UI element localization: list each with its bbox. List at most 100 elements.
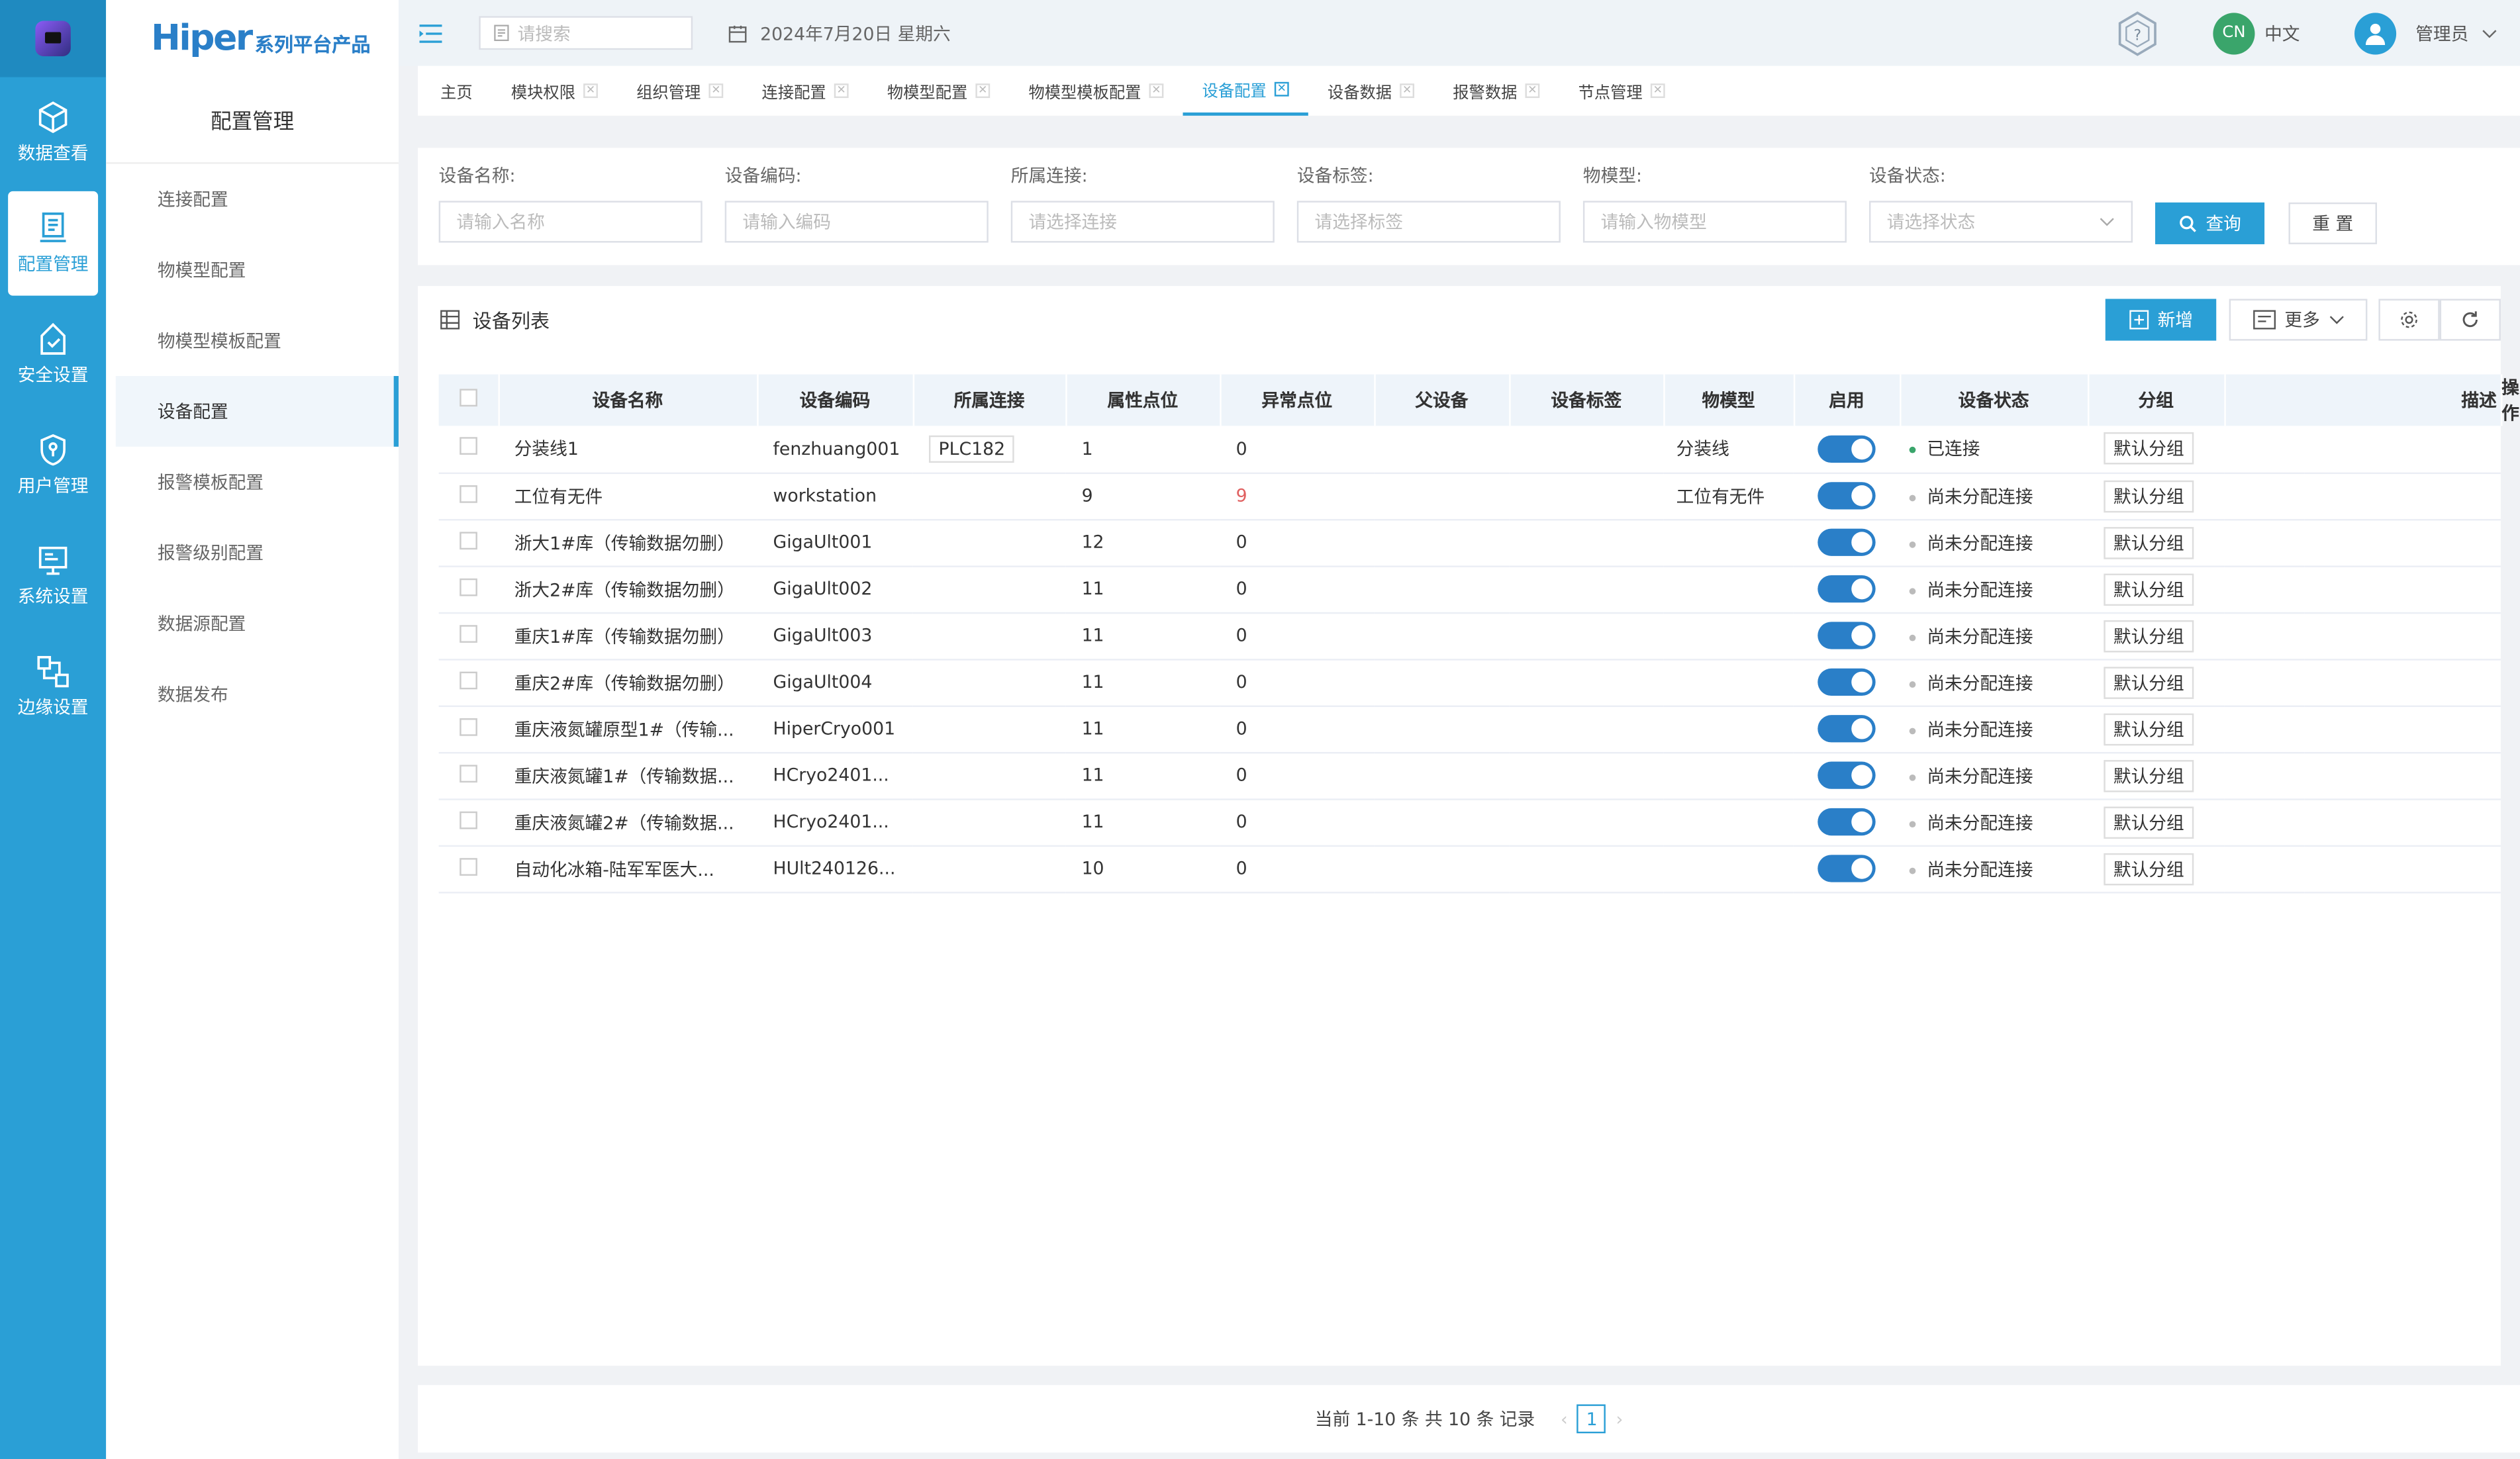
menu-toggle-icon[interactable] [399,23,463,42]
submenu-item-2[interactable]: 物模型模板配置 [116,305,399,376]
row-checkbox[interactable] [438,426,499,473]
status-cell: 尚未分配连接 [1900,751,2088,800]
tab-4[interactable]: 物模型配置 ✕ [868,66,1010,116]
enable-toggle[interactable] [1817,528,1876,556]
enable-toggle[interactable] [1817,808,1876,836]
desc-cell [2224,472,2305,520]
tab-3[interactable]: 连接配置 ✕ [742,66,867,116]
chevron-down-icon[interactable] [2482,25,2497,41]
tab-1[interactable]: 模块权限 ✕ [492,66,617,116]
filter-placeholder: 请输入物模型 [1600,212,1707,233]
submenu-item-4[interactable]: 报警模板配置 [116,447,399,518]
settings-button[interactable] [2378,299,2440,341]
close-icon[interactable]: ✕ [708,83,724,99]
table-row: 工位有无件workstation99工位有无件尚未分配连接默认分组日志|详情|删… [438,472,2501,520]
user-name[interactable]: 管理员 [2415,20,2468,46]
reset-button[interactable]: 重 置 [2288,202,2377,244]
date-text: 2024年7月20日 星期六 [760,23,951,44]
row-checkbox[interactable] [438,565,499,614]
row-checkbox[interactable] [438,798,499,846]
rail-item-2[interactable]: 安全设置 [0,299,106,409]
select-all-checkbox[interactable] [438,374,499,426]
filter-input-4[interactable]: 请输入物模型 [1582,201,1847,243]
refresh-button[interactable] [2439,299,2501,341]
prev-page-icon[interactable]: ‹ [1561,1409,1568,1430]
filter-input-2[interactable]: 请选择连接 [1010,201,1275,243]
tab-8[interactable]: 报警数据 ✕ [1433,66,1559,116]
search-input[interactable]: 请搜索 [479,16,693,50]
query-button[interactable]: 查询 [2155,202,2265,244]
page-number[interactable]: 1 [1577,1404,1607,1434]
tab-label: 节点管理 [1578,85,1643,103]
lang-label[interactable]: 中文 [2264,20,2300,46]
tab-2[interactable]: 组织管理 ✕ [617,66,742,116]
close-icon[interactable]: ✕ [975,83,991,99]
desc-cell [2224,659,2305,706]
help-icon[interactable]: ? [2113,9,2162,57]
column-header: 设备标签 [1509,374,1665,426]
enable-toggle[interactable] [1817,855,1876,882]
close-icon[interactable]: ✕ [1525,83,1540,99]
close-icon[interactable]: ✕ [583,83,598,99]
enable-toggle[interactable] [1817,761,1876,789]
enable-toggle[interactable] [1817,622,1876,649]
close-icon[interactable]: ✕ [1650,83,1665,99]
tab-7[interactable]: 设备数据 ✕ [1308,66,1433,116]
close-icon[interactable]: ✕ [834,83,849,99]
more-button[interactable]: 更多 [2229,299,2368,341]
filter-input-3[interactable]: 请选择标签 [1296,201,1561,243]
row-checkbox[interactable] [438,659,499,706]
filter-input-1[interactable]: 请输入编码 [724,201,989,243]
filter-label: 设备编码: [724,165,802,187]
group-cell: 默认分组 [2088,798,2225,846]
filter-group-1: 设备编码: 请输入编码 [724,164,989,243]
row-checkbox[interactable] [438,705,499,753]
close-icon[interactable]: ✕ [1274,81,1289,97]
parent-device [1374,798,1510,846]
filter-group-2: 所属连接: 请选择连接 [1010,164,1275,243]
group-tag: 默认分组 [2104,666,2194,698]
tab-6[interactable]: 设备配置 ✕ [1183,66,1308,116]
row-checkbox[interactable] [438,519,499,567]
row-checkbox[interactable] [438,845,499,893]
edge-icon [37,655,69,688]
desc-cell [2224,612,2305,660]
status-cell: 尚未分配连接 [1900,565,2088,614]
enable-toggle[interactable] [1817,482,1876,510]
enable-toggle[interactable] [1817,715,1876,743]
enable-toggle[interactable] [1817,575,1876,603]
tab-0[interactable]: 主页 [421,66,492,116]
tab-9[interactable]: 节点管理 ✕ [1559,66,1684,116]
submenu-item-0[interactable]: 连接配置 [116,164,399,235]
close-icon[interactable]: ✕ [1149,83,1164,99]
row-checkbox[interactable] [438,751,499,800]
connection-tag[interactable]: PLC182 [928,435,1015,463]
submenu-item-5[interactable]: 报警级别配置 [116,518,399,588]
filter-input-0[interactable]: 请输入名称 [438,201,703,243]
next-page-icon[interactable]: › [1616,1409,1623,1430]
tab-5[interactable]: 物模型模板配置 ✕ [1009,66,1183,116]
row-checkbox[interactable] [438,472,499,520]
rail-item-0[interactable]: 数据查看 [0,77,106,188]
table-row: 重庆液氮罐2#（传输数据... HCryo2401... 11 0 尚未分配连接 默认分组… [438,798,2501,846]
enable-toggle[interactable] [1817,435,1876,463]
attr-count: 11 [1065,798,1220,846]
desc-cell [2224,751,2305,800]
rail-item-5[interactable]: 边缘设置 [0,632,106,742]
submenu-item-6[interactable]: 数据源配置 [116,588,399,659]
row-checkbox[interactable] [438,612,499,660]
submenu-item-3[interactable]: 设备配置 [115,375,399,447]
rail-item-3[interactable]: 用户管理 [0,410,106,520]
avatar[interactable] [2354,12,2397,54]
rail-item-4[interactable]: 系统设置 [0,520,106,631]
submenu-item-1[interactable]: 物模型配置 [116,234,399,305]
enable-toggle[interactable] [1817,668,1876,696]
lang-badge[interactable]: CN [2213,12,2255,54]
close-icon[interactable]: ✕ [1400,83,1415,99]
add-button[interactable]: 新增 [2105,299,2217,341]
rail-item-1[interactable]: 配置管理 [8,191,99,296]
device-connection [912,751,1066,800]
filter-input-5[interactable]: 请选择状态 [1868,201,2133,243]
submenu-item-7[interactable]: 数据发布 [116,659,399,730]
filter-group-5: 设备状态: 请选择状态 [1868,164,2133,243]
